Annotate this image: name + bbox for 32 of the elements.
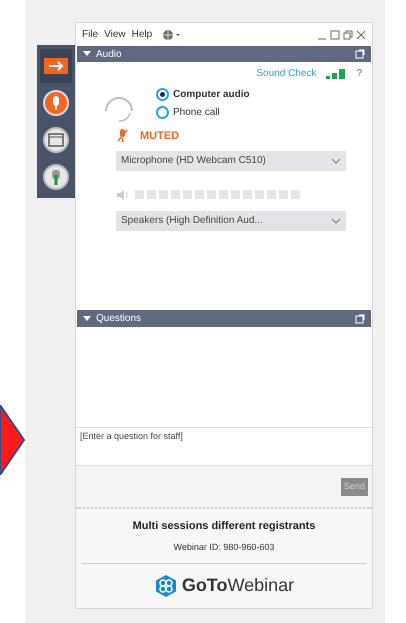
popout-icon[interactable]	[355, 314, 365, 324]
muted-microphone-icon	[118, 129, 128, 144]
popout-icon[interactable]	[355, 49, 365, 59]
logo-icon	[154, 574, 178, 598]
menu-item[interactable]: Help	[132, 27, 152, 42]
section-title: Audio	[96, 48, 122, 62]
help-icon[interactable]: ?	[356, 66, 362, 81]
section-header[interactable]: Audio	[77, 46, 371, 62]
chevron-icon	[331, 158, 341, 164]
collapse-icon[interactable]	[83, 51, 91, 57]
maximize-icon[interactable]	[330, 30, 340, 40]
radio-option[interactable]: Computer audio	[156, 87, 250, 102]
webinar-id: Webinar ID: 980-960-603	[174, 540, 274, 554]
chevron-icon	[331, 218, 341, 224]
menu-item[interactable]: File	[82, 27, 98, 42]
close-icon[interactable]	[356, 30, 366, 40]
mute-status: MUTED	[140, 129, 180, 144]
microphone-dropdown[interactable]: Microphone (HD Webcam C510)	[116, 150, 346, 170]
collapse-icon[interactable]	[83, 316, 91, 322]
radio-option[interactable]: Phone call	[156, 105, 250, 120]
arrow-icon	[0, 405, 26, 475]
restore-icon[interactable]	[343, 30, 353, 40]
section-header[interactable]: Questions	[77, 310, 371, 327]
question-field[interactable]: [Enter a question for staff]	[76, 427, 372, 466]
menu-item[interactable]: View	[104, 27, 126, 42]
speakers-dropdown[interactable]: Speakers (High Definition Aud...	[116, 210, 346, 230]
section-title: Questions	[96, 312, 142, 326]
globe-icon[interactable]	[162, 28, 182, 40]
session-title: Multi sessions different registrants	[132, 519, 316, 534]
speaker-icon	[116, 188, 130, 200]
signal-icon	[326, 68, 346, 78]
logo-text: GoToWebinar	[182, 574, 294, 597]
